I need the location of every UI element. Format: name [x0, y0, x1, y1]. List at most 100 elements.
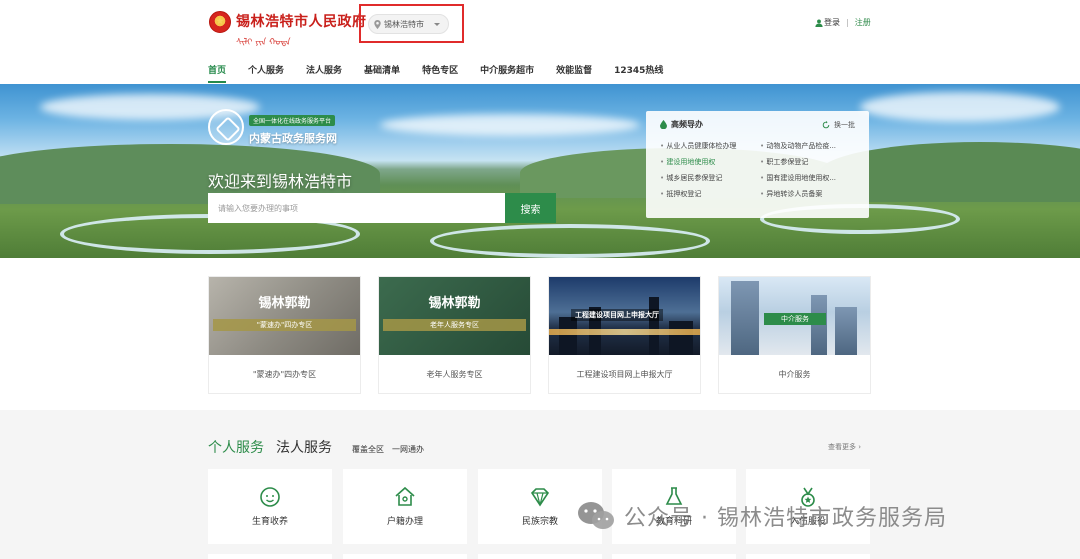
- hot-services-list: 从业人员健康体检办理 动物及动物产品检疫... 建设用地使用权 职工参保登记 城…: [660, 141, 855, 199]
- platform-tag: 全国一体化在线政务服务平台: [249, 115, 336, 126]
- wechat-watermark: 公众号 · 锡林浩特市政务服务局: [576, 500, 947, 532]
- login-link[interactable]: 登录: [824, 17, 840, 28]
- register-link[interactable]: 注册: [855, 17, 871, 28]
- card-image: 工程建设项目网上申报大厅: [549, 277, 700, 355]
- hot-item[interactable]: 从业人员健康体检办理: [660, 141, 760, 151]
- city-name: 锡林浩特市: [384, 19, 424, 29]
- hero-banner: 全国一体化在线政务服务平台 内蒙古政务服务网 欢迎来到锡林浩特市 搜索 高频导办…: [0, 84, 1080, 258]
- nav-agency-market[interactable]: 中介服务超市: [480, 63, 534, 83]
- droplet-icon: [660, 120, 667, 129]
- card-image-title: 锡林郭勒: [258, 296, 311, 311]
- wechat-icon: [578, 502, 614, 529]
- baby-icon: [260, 487, 280, 507]
- hot-item[interactable]: 异地转诊人员备案: [760, 189, 855, 199]
- cloud-decoration: [380, 114, 640, 136]
- card-image: 中介服务: [719, 277, 870, 355]
- card-caption: "蒙速办"四办专区: [252, 370, 317, 379]
- card-image-band: 老年人服务专区: [383, 319, 526, 331]
- card-elderly-services[interactable]: 锡林郭勒 老年人服务专区 老年人服务专区: [378, 276, 531, 394]
- nav-12345-hotline[interactable]: 12345热线: [614, 63, 663, 83]
- city-selector[interactable]: 锡林浩特市: [368, 14, 449, 34]
- logo-text: 锡林浩特市人民政府 ᠰᠢᠯᠢ ᠶᠢᠨ ᠬᠣᠲᠠ: [236, 11, 367, 48]
- page: 锡林浩特市人民政府 ᠰᠢᠯᠢ ᠶᠢᠨ ᠬᠣᠲᠠ 锡林浩特市 登录 | 注册 首页…: [0, 0, 1080, 559]
- gem-icon: [530, 488, 550, 507]
- refresh-button[interactable]: 换一批: [822, 120, 855, 130]
- hot-services-title: 高频导办: [660, 119, 703, 130]
- building-decoration: [649, 297, 659, 355]
- mongolian-title: ᠰᠢᠯᠢ ᠶᠢᠨ ᠬᠣᠲᠠ: [236, 38, 291, 48]
- tile-next-row: [746, 554, 870, 559]
- chevron-down-icon: [434, 23, 440, 26]
- tab-legal-services[interactable]: 法人服务: [276, 437, 332, 457]
- card-mengsuban[interactable]: 锡林郭勒 "蒙速办"四办专区 "蒙速办"四办专区: [208, 276, 361, 394]
- tile-next-row: [208, 554, 332, 559]
- search-input[interactable]: [208, 193, 505, 223]
- tile-birth-adoption[interactable]: 生育收养: [208, 469, 332, 544]
- city-selector-highlight: 锡林浩特市: [359, 4, 464, 43]
- card-image-band: "蒙速办"四办专区: [213, 319, 356, 331]
- card-image-title: 锡林郭勒: [428, 296, 481, 311]
- view-more-link[interactable]: 查看更多 ›: [828, 442, 861, 452]
- tile-next-row: [478, 554, 602, 559]
- nav-special-zone[interactable]: 特色专区: [422, 63, 458, 83]
- watermark-text: 公众号 · 锡林浩特市政务服务局: [624, 506, 947, 531]
- auth-links: 登录 | 注册: [815, 17, 871, 28]
- location-pin-icon: [374, 19, 381, 29]
- tab-personal-services[interactable]: 个人服务: [208, 437, 264, 457]
- house-icon: [395, 486, 415, 506]
- card-image: 锡林郭勒 "蒙速办"四办专区: [209, 277, 360, 355]
- service-tabs: 个人服务 法人服务 覆盖全区 一网通办: [208, 437, 424, 457]
- building-decoration: [669, 321, 693, 355]
- header: 锡林浩特市人民政府 ᠰᠢᠯᠢ ᠶᠢᠨ ᠬᠣᠲᠠ 锡林浩特市 登录 | 注册 首页…: [0, 0, 1080, 84]
- building-decoration: [559, 317, 577, 355]
- tile-label: 户籍办理: [386, 517, 423, 527]
- tower-decoration: [811, 295, 827, 355]
- cloud-decoration: [860, 92, 1060, 122]
- subtab-region-wide[interactable]: 覆盖全区: [352, 444, 384, 455]
- national-emblem-icon: [209, 11, 231, 33]
- hot-item[interactable]: 动物及动物产品检疫...: [760, 141, 855, 151]
- hot-item[interactable]: 国有建设用地使用权...: [760, 173, 855, 183]
- hot-services-title-text: 高频导办: [671, 120, 703, 129]
- user-icon: [815, 18, 823, 27]
- main-nav: 首页 个人服务 法人服务 基础清单 特色专区 中介服务超市 效能监督 12345…: [208, 63, 685, 83]
- card-caption: 中介服务: [778, 370, 811, 379]
- card-image: 锡林郭勒 老年人服务专区: [379, 277, 530, 355]
- tile-next-row: [343, 554, 467, 559]
- card-caption: 工程建设项目网上申报大厅: [576, 370, 673, 379]
- hot-services-panel: 高频导办 换一批 从业人员健康体检办理 动物及动物产品检疫... 建设用地使用权…: [646, 111, 869, 218]
- platform-name: 内蒙古政务服务网: [249, 132, 337, 145]
- tile-label: 生育收养: [251, 517, 288, 527]
- nav-efficiency-supervision[interactable]: 效能监督: [556, 63, 592, 83]
- platform-logo[interactable]: 全国一体化在线政务服务平台 内蒙古政务服务网: [208, 108, 337, 146]
- nav-home[interactable]: 首页: [208, 63, 227, 83]
- river-decoration: [430, 224, 710, 258]
- auth-separator: |: [846, 18, 849, 27]
- card-agency-services[interactable]: 中介服务 中介服务: [718, 276, 871, 394]
- card-image-band: 中介服务: [764, 313, 826, 325]
- lights-decoration: [549, 329, 700, 335]
- platform-emblem-icon: [208, 109, 244, 145]
- site-logo[interactable]: 锡林浩特市人民政府 ᠰᠢᠯᠢ ᠶᠢᠨ ᠬᠣᠲᠠ: [209, 11, 367, 48]
- services-section: 个人服务 法人服务 覆盖全区 一网通办 查看更多 › 生育收养 户籍办理 民族宗…: [0, 410, 1080, 559]
- refresh-icon: [822, 120, 830, 128]
- tower-decoration: [731, 281, 759, 355]
- site-title: 锡林浩特市人民政府: [236, 14, 367, 30]
- hot-item[interactable]: 城乡居民参保登记: [660, 173, 760, 183]
- card-construction-hall[interactable]: 工程建设项目网上申报大厅 工程建设项目网上申报大厅: [548, 276, 701, 394]
- search-button[interactable]: 搜索: [505, 193, 556, 223]
- hot-item[interactable]: 职工参保登记: [760, 157, 855, 167]
- tower-decoration: [835, 307, 857, 355]
- feature-cards: 锡林郭勒 "蒙速办"四办专区 "蒙速办"四办专区 锡林郭勒 老年人服务专区 老年…: [208, 276, 871, 394]
- refresh-label: 换一批: [834, 120, 855, 129]
- nav-legal-services[interactable]: 法人服务: [306, 63, 342, 83]
- tile-household-registration[interactable]: 户籍办理: [343, 469, 467, 544]
- subtab-one-network[interactable]: 一网通办: [392, 444, 424, 455]
- nav-basic-list[interactable]: 基础清单: [364, 63, 400, 83]
- welcome-heading: 欢迎来到锡林浩特市: [208, 172, 353, 191]
- hot-item[interactable]: 抵押权登记: [660, 189, 760, 199]
- card-image-band: 工程建设项目网上申报大厅: [571, 309, 663, 321]
- tile-next-row: [612, 554, 736, 559]
- nav-personal-services[interactable]: 个人服务: [248, 63, 284, 83]
- hot-item[interactable]: 建设用地使用权: [660, 157, 760, 167]
